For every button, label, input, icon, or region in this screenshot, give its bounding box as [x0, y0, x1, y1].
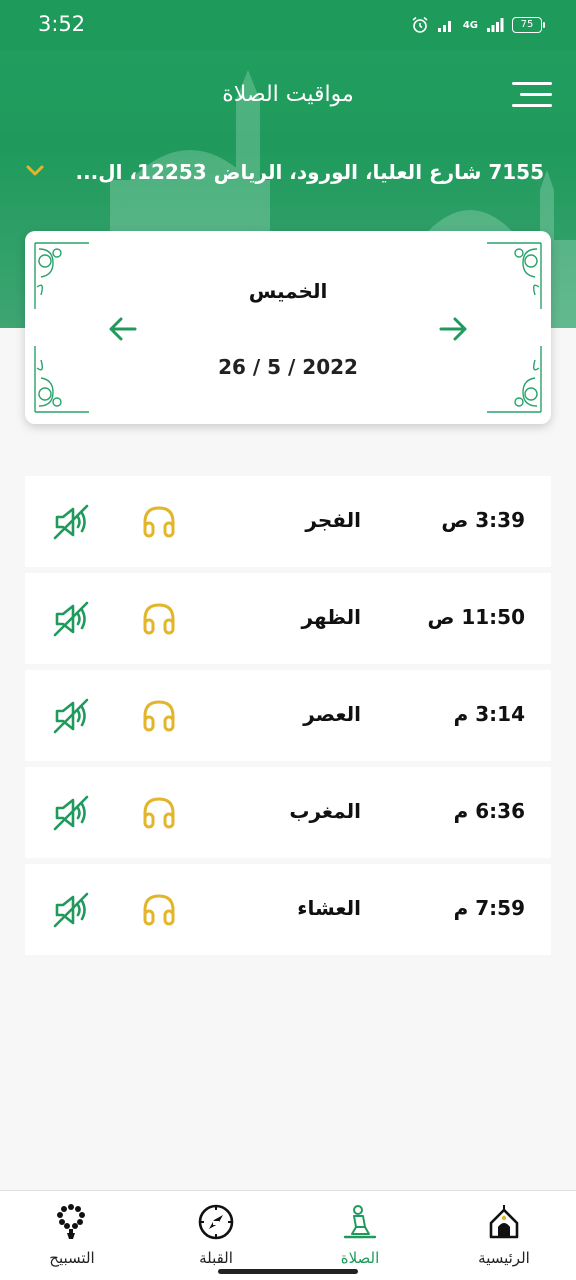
muted-speaker-icon[interactable]	[51, 502, 91, 542]
nav-label-qibla: القبلة	[199, 1249, 233, 1267]
corner-ornament	[487, 242, 542, 309]
arrow-left-icon[interactable]	[107, 313, 139, 345]
prayer-time: 3:14 م	[453, 702, 525, 726]
prayer-row-dhuhr: 11:50 ص الظهر	[25, 573, 551, 664]
location-label[interactable]: 7155 شارع العليا، الورود، الرياض 12253، …	[64, 160, 544, 184]
prayer-row-isha: 7:59 م العشاء	[25, 864, 551, 955]
nav-label-prayer: الصلاة	[340, 1249, 380, 1267]
signal-icon	[437, 21, 451, 32]
status-time: 3:52	[38, 12, 86, 36]
compass-icon	[198, 1204, 234, 1240]
nav-label-tasbih: التسبيح	[49, 1249, 95, 1267]
signal-strength-icon	[487, 18, 504, 32]
hamburger-menu-icon	[520, 93, 552, 96]
headphones-icon[interactable]	[139, 890, 179, 930]
prayer-name: المغرب	[289, 799, 361, 823]
nav-item-home[interactable]: الرئيسية	[444, 1191, 564, 1280]
headphones-icon[interactable]	[139, 696, 179, 736]
mosque-home-icon	[489, 1205, 519, 1239]
prayer-time: 3:39 ص	[441, 508, 525, 532]
location-selector[interactable]: 7155 شارع العليا، الورود، الرياض 12253، …	[22, 156, 552, 192]
headphones-icon[interactable]	[139, 599, 179, 639]
muted-speaker-icon[interactable]	[51, 890, 91, 930]
date-label: 26 / 5 / 2022	[218, 355, 358, 379]
praying-person-icon	[343, 1205, 377, 1239]
status-icons: 4G 75	[411, 14, 545, 36]
muted-speaker-icon[interactable]	[51, 696, 91, 736]
nav-item-tasbih[interactable]: التسبيح	[12, 1191, 132, 1280]
arrow-right-icon[interactable]	[437, 313, 469, 345]
prayer-row-fajr: 3:39 ص الفجر	[25, 476, 551, 567]
hamburger-menu-icon	[512, 104, 552, 107]
prayer-row-asr: 3:14 م العصر	[25, 670, 551, 761]
nav-item-prayer[interactable]: الصلاة	[300, 1191, 420, 1280]
chevron-down-icon[interactable]	[26, 164, 44, 178]
prayer-time: 7:59 م	[453, 896, 525, 920]
corner-ornament	[34, 242, 89, 309]
hamburger-menu-icon	[512, 82, 552, 85]
menu-button[interactable]	[508, 78, 552, 112]
status-bar: 3:52 4G 75	[0, 0, 576, 50]
prayer-beads-icon	[57, 1204, 85, 1239]
nav-label-home: الرئيسية	[478, 1249, 530, 1267]
battery-indicator: 75	[512, 17, 545, 33]
page-title: مواقيت الصلاة	[222, 82, 354, 107]
prayer-name: الفجر	[305, 508, 361, 532]
prayer-name: الظهر	[301, 605, 362, 629]
headphones-icon[interactable]	[139, 502, 179, 542]
network-type-label: 4G	[462, 19, 478, 31]
nav-item-qibla[interactable]: القبلة	[156, 1191, 276, 1280]
muted-speaker-icon[interactable]	[51, 793, 91, 833]
prayer-name: العصر	[303, 702, 361, 726]
alarm-icon	[412, 16, 428, 33]
prayer-name: العشاء	[297, 896, 361, 920]
prayer-time: 11:50 ص	[427, 605, 525, 629]
home-indicator	[218, 1269, 358, 1274]
day-name: الخميس	[248, 279, 328, 303]
headphones-icon[interactable]	[139, 793, 179, 833]
prayer-row-maghrib: 6:36 م المغرب	[25, 767, 551, 858]
prayer-time: 6:36 م	[453, 799, 525, 823]
date-card: الخميس 26 / 5 / 2022	[25, 231, 551, 424]
muted-speaker-icon[interactable]	[51, 599, 91, 639]
bottom-navigation: الرئيسية الصلاة القبلة التسبيح	[0, 1190, 576, 1280]
